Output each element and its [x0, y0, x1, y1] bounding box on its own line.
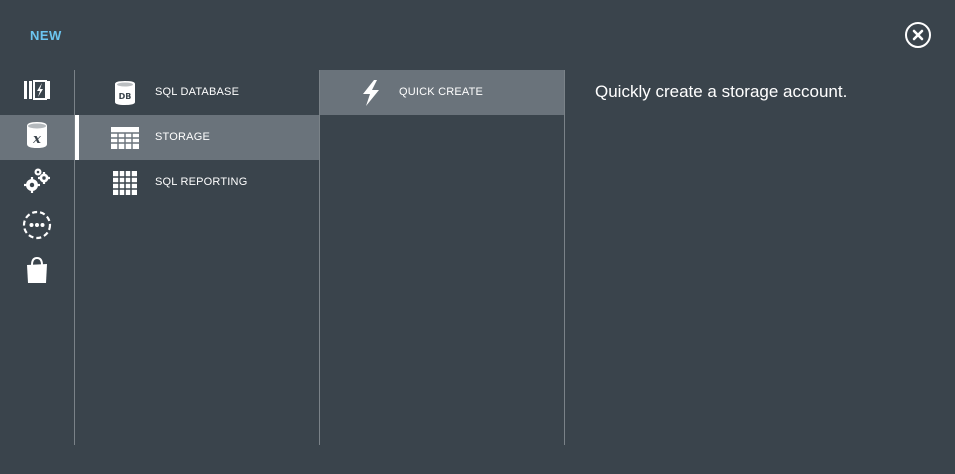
action-item-label: QUICK CREATE	[399, 86, 484, 98]
service-category-rail: x	[0, 70, 75, 445]
service-item-sql-reporting[interactable]: SQL REPORTING	[75, 160, 319, 205]
storage-table-icon	[111, 124, 139, 152]
service-item-label: SQL REPORTING	[155, 176, 248, 188]
service-item-sql-database[interactable]: DB SQL DATABASE	[75, 70, 319, 115]
rail-item-store[interactable]	[0, 250, 74, 295]
svg-text:DB: DB	[119, 92, 132, 101]
sql-reporting-grid-icon	[111, 169, 139, 197]
rail-item-compute-services[interactable]	[0, 70, 74, 115]
service-item-label: STORAGE	[155, 131, 210, 143]
rail-item-data-services[interactable]: x	[0, 115, 74, 160]
data-services-icon: x	[25, 121, 49, 154]
svg-text:x: x	[32, 132, 41, 147]
rail-item-app-services[interactable]	[0, 160, 74, 205]
close-icon	[912, 29, 924, 41]
lightning-bolt-icon	[360, 80, 384, 106]
action-description: Quickly create a storage account.	[595, 82, 848, 101]
app-services-icon	[22, 167, 52, 198]
service-list: DB SQL DATABASE STORAGE SQL REPORTING	[75, 70, 320, 445]
rail-item-network-services[interactable]	[0, 205, 74, 250]
action-list: QUICK CREATE	[320, 70, 565, 445]
service-item-storage[interactable]: STORAGE	[75, 115, 319, 160]
dialog-title: NEW	[30, 28, 62, 43]
sql-database-icon: DB	[111, 79, 139, 107]
service-item-label: SQL DATABASE	[155, 86, 240, 98]
new-dialog: NEW x DB SQL DATABASE STORAGE SQL REPORT…	[0, 0, 955, 474]
close-button[interactable]	[905, 22, 931, 48]
store-bag-icon	[25, 256, 49, 289]
compute-services-icon	[23, 79, 51, 106]
action-item-quick-create[interactable]: QUICK CREATE	[320, 70, 564, 115]
network-services-icon	[22, 210, 52, 245]
